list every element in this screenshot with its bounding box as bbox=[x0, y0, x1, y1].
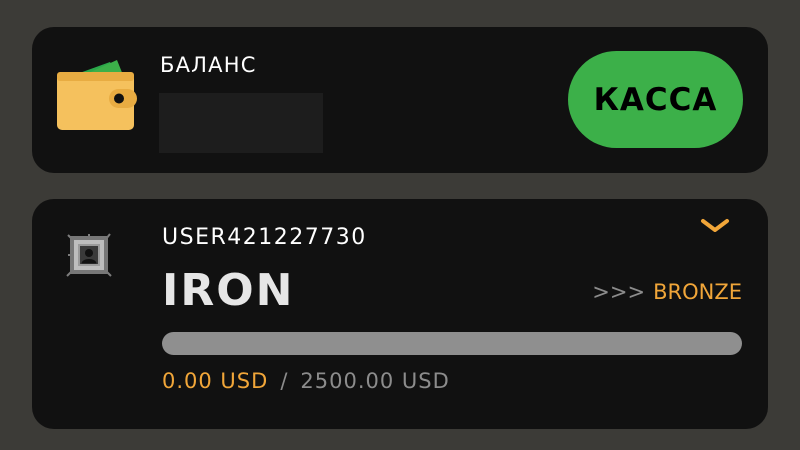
next-level: >>> BRONZE bbox=[592, 280, 742, 304]
progress-separator: / bbox=[280, 369, 289, 393]
level-progress-bar bbox=[162, 332, 742, 355]
username: USER421227730 bbox=[162, 225, 367, 250]
next-level-arrows: >>> bbox=[592, 280, 646, 304]
progress-text: 0.00 USD / 2500.00 USD bbox=[162, 369, 450, 393]
level-name: IRON bbox=[162, 265, 295, 316]
progress-target: 2500.00 USD bbox=[300, 369, 450, 393]
level-card: USER421227730 IRON >>> BRONZE 0.00 USD / 25… bbox=[32, 199, 768, 429]
balance-amount bbox=[159, 93, 323, 153]
progress-current: 0.00 USD bbox=[162, 369, 269, 393]
balance-card: БАЛАНС КАССА bbox=[32, 27, 768, 173]
cashier-button[interactable]: КАССА bbox=[568, 51, 743, 148]
chevron-down-icon[interactable] bbox=[698, 216, 732, 238]
balance-title: БАЛАНС bbox=[160, 53, 257, 77]
next-level-name: BRONZE bbox=[653, 280, 742, 304]
wallet-icon bbox=[57, 60, 137, 130]
user-avatar-icon bbox=[66, 233, 112, 277]
